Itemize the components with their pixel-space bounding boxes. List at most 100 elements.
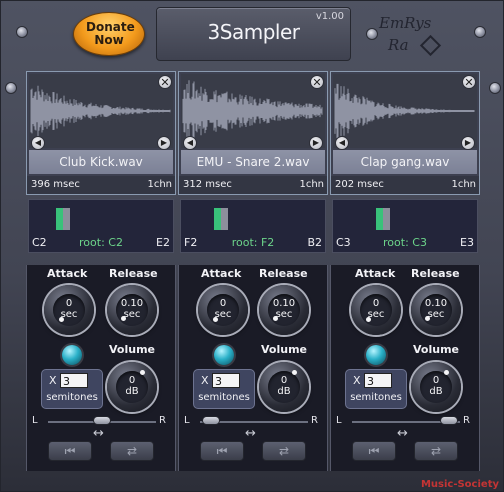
- sample-info-bar: 202 msec 1chn: [331, 176, 479, 194]
- loop-icon: ⇄: [430, 444, 442, 458]
- loop-button[interactable]: ⇄: [262, 441, 306, 461]
- attack-value-display: 0 sec: [198, 298, 248, 320]
- attack-knob[interactable]: 0 sec: [351, 285, 401, 335]
- pan-thumb[interactable]: [201, 416, 220, 425]
- release-value: 0.10: [424, 298, 448, 309]
- next-sample-button[interactable]: ▶: [461, 136, 475, 150]
- volume-knob[interactable]: 0 dB: [107, 362, 157, 412]
- waveform-graphic: [30, 85, 171, 137]
- sample-column-1: ✕ ◀ ▶ Club Kick.wav 396 msec 1chn C2 roo…: [26, 71, 176, 471]
- volume-value: 0: [432, 375, 440, 386]
- release-knob[interactable]: 0.10 sec: [259, 285, 309, 335]
- key-root-label: root: C3: [383, 236, 427, 249]
- next-sample-button[interactable]: ▶: [309, 136, 323, 150]
- release-knob[interactable]: 0.10 sec: [107, 285, 157, 335]
- sample-info-bar: 396 msec 1chn: [27, 176, 175, 194]
- waveform-display[interactable]: [181, 74, 325, 148]
- attack-value: 0: [219, 298, 227, 309]
- key-zone-display[interactable]: C3 root: C3 E3: [332, 199, 478, 253]
- attack-knob[interactable]: 0 sec: [198, 285, 248, 335]
- close-sample-button[interactable]: ✕: [310, 75, 324, 89]
- release-knob-indicator: [425, 316, 430, 321]
- transpose-input[interactable]: 3: [212, 373, 240, 388]
- attack-value: 0: [372, 298, 380, 309]
- release-knob[interactable]: 0.10 sec: [411, 285, 461, 335]
- key-high-label: E2: [156, 236, 170, 249]
- prev-sample-button[interactable]: ◀: [183, 136, 197, 150]
- volume-value-display: 0 dB: [259, 375, 309, 397]
- sample-filename: Club Kick.wav: [29, 150, 173, 174]
- volume-unit: dB: [429, 386, 443, 397]
- semitones-label: semitones: [198, 392, 250, 403]
- active-led[interactable]: [62, 345, 82, 365]
- key-zone-display[interactable]: F2 root: F2 B2: [180, 199, 326, 253]
- version-label: v1.00: [315, 11, 344, 22]
- donate-label: Donate Now: [86, 20, 135, 47]
- logo-text-line1: EmRys: [379, 14, 432, 32]
- arrow-right-icon: ▶: [160, 138, 168, 147]
- attack-value: 0: [65, 298, 73, 309]
- loop-button[interactable]: ⇄: [414, 441, 458, 461]
- volume-label: Volume: [109, 343, 155, 356]
- skip-to-start-button[interactable]: ⏮: [48, 441, 92, 461]
- volume-knob-indicator: [140, 370, 145, 375]
- volume-knob[interactable]: 0 dB: [259, 362, 309, 412]
- pan-left-label: L: [184, 415, 190, 426]
- sampler-plugin: Donate Now 3Sampler v1.00 EmRys Ra ✕ ◀ ▶…: [0, 0, 504, 492]
- transpose-x-label: X: [353, 374, 361, 387]
- screw-top-right: [474, 26, 486, 38]
- key-zone-bar[interactable]: [56, 208, 70, 230]
- volume-knob-indicator: [444, 370, 449, 375]
- sample-filename: EMU - Snare 2.wav: [181, 150, 325, 174]
- close-sample-button[interactable]: ✕: [462, 75, 476, 89]
- arrow-left-icon: ◀: [34, 138, 42, 147]
- close-sample-button[interactable]: ✕: [158, 75, 172, 89]
- release-unit: sec: [427, 309, 445, 320]
- screw-left: [5, 82, 17, 94]
- transpose-input[interactable]: 3: [60, 373, 88, 388]
- release-unit: sec: [275, 309, 293, 320]
- skip-to-start-button[interactable]: ⏮: [200, 441, 244, 461]
- active-led[interactable]: [214, 345, 234, 365]
- release-value: 0.10: [272, 298, 296, 309]
- skip-to-start-button[interactable]: ⏮: [352, 441, 396, 461]
- pan-right-label: R: [159, 415, 166, 426]
- key-zone-display[interactable]: C2 root: C2 E2: [28, 199, 174, 253]
- transpose-input[interactable]: 3: [364, 373, 392, 388]
- prev-sample-button[interactable]: ◀: [31, 136, 45, 150]
- volume-value-display: 0 dB: [411, 375, 461, 397]
- active-led[interactable]: [366, 345, 386, 365]
- volume-knob[interactable]: 0 dB: [411, 362, 461, 412]
- transpose-x-label: X: [201, 374, 209, 387]
- volume-value: 0: [280, 375, 288, 386]
- arrow-left-icon: ◀: [186, 138, 194, 147]
- transpose-box: X 3 semitones: [193, 369, 255, 409]
- attack-value-display: 0 sec: [351, 298, 401, 320]
- loop-button[interactable]: ⇄: [110, 441, 154, 461]
- release-label: Release: [109, 267, 158, 280]
- sample-panel: ✕ ◀ ▶ EMU - Snare 2.wav 312 msec 1chn: [178, 71, 328, 195]
- key-zone-bar[interactable]: [376, 208, 390, 230]
- volume-label: Volume: [413, 343, 459, 356]
- waveform-display[interactable]: [29, 74, 173, 148]
- pan-thumb[interactable]: [93, 416, 111, 425]
- key-zone-bar[interactable]: [214, 208, 228, 230]
- waveform-graphic: [182, 80, 323, 142]
- attack-label: Attack: [47, 267, 88, 280]
- semitones-label: semitones: [46, 392, 98, 403]
- next-sample-button[interactable]: ▶: [157, 136, 171, 150]
- release-value-display: 0.10 sec: [259, 298, 309, 320]
- semitones-label: semitones: [350, 392, 402, 403]
- attack-knob[interactable]: 0 sec: [44, 285, 94, 335]
- release-value: 0.10: [120, 298, 144, 309]
- skip-to-start-icon: ⏮: [64, 444, 76, 458]
- prev-sample-button[interactable]: ◀: [335, 136, 349, 150]
- waveform-display[interactable]: [333, 74, 477, 148]
- volume-value: 0: [128, 375, 136, 386]
- close-icon: ✕: [464, 76, 474, 89]
- sample-info-bar: 312 msec 1chn: [179, 176, 327, 194]
- donate-button[interactable]: Donate Now: [73, 12, 145, 56]
- pan-thumb[interactable]: [440, 416, 459, 425]
- volume-unit: dB: [277, 386, 291, 397]
- volume-label: Volume: [261, 343, 307, 356]
